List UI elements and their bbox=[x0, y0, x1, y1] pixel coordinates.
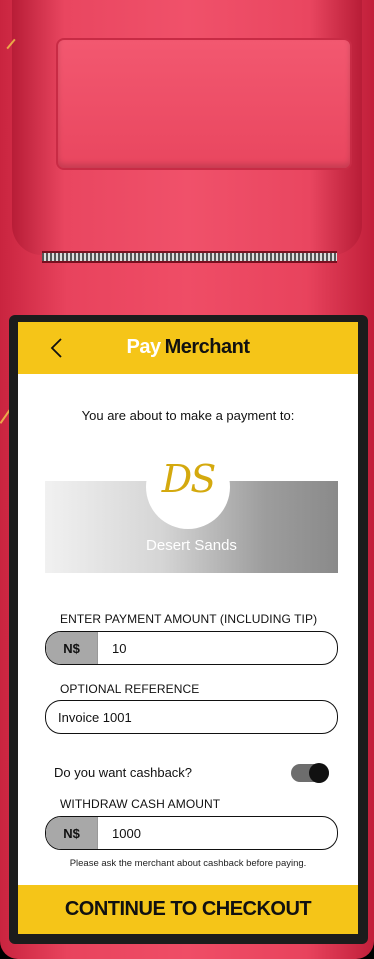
title-pay: Pay bbox=[126, 336, 162, 358]
printer-top bbox=[12, 0, 362, 255]
intro-text: You are about to make a payment to: bbox=[81, 408, 295, 423]
merchant-logo-text: DS bbox=[161, 457, 217, 501]
payment-amount-value: 10 bbox=[112, 640, 127, 656]
title-merchant: Merchant bbox=[164, 336, 250, 358]
app-screen: Pay Merchant You are about to make a paym… bbox=[18, 322, 358, 934]
cashback-toggle[interactable] bbox=[291, 763, 329, 783]
payment-amount-label: ENTER PAYMENT AMOUNT (INCLUDING TIP) bbox=[60, 612, 318, 626]
cashback-question: Do you want cashback? bbox=[54, 765, 193, 780]
continue-to-checkout-button[interactable]: CONTINUE TO CHECKOUT bbox=[18, 885, 358, 934]
page-title: Pay Merchant bbox=[18, 336, 358, 359]
reference-value: Invoice 1001 bbox=[58, 709, 132, 725]
paper-lid bbox=[56, 38, 352, 170]
merchant-logo: DS bbox=[146, 445, 230, 529]
withdraw-label: WITHDRAW CASH AMOUNT bbox=[60, 797, 221, 811]
payment-currency: N$ bbox=[46, 632, 98, 664]
toggle-knob bbox=[309, 763, 329, 783]
paper-slot bbox=[42, 251, 337, 263]
withdraw-currency: N$ bbox=[46, 817, 98, 849]
pos-device: Pay Merchant You are about to make a paym… bbox=[0, 0, 374, 959]
payment-amount-field[interactable]: N$ 10 bbox=[45, 631, 338, 665]
app-header: Pay Merchant bbox=[18, 322, 358, 374]
merchant-name: Desert Sands bbox=[146, 537, 237, 554]
withdraw-amount-value: 1000 bbox=[112, 825, 141, 841]
reference-field[interactable]: Invoice 1001 bbox=[45, 700, 338, 734]
reference-label: OPTIONAL REFERENCE bbox=[60, 682, 200, 696]
cashback-note: Please ask the merchant about cashback b… bbox=[69, 858, 307, 869]
withdraw-amount-field[interactable]: N$ 1000 bbox=[45, 816, 338, 850]
